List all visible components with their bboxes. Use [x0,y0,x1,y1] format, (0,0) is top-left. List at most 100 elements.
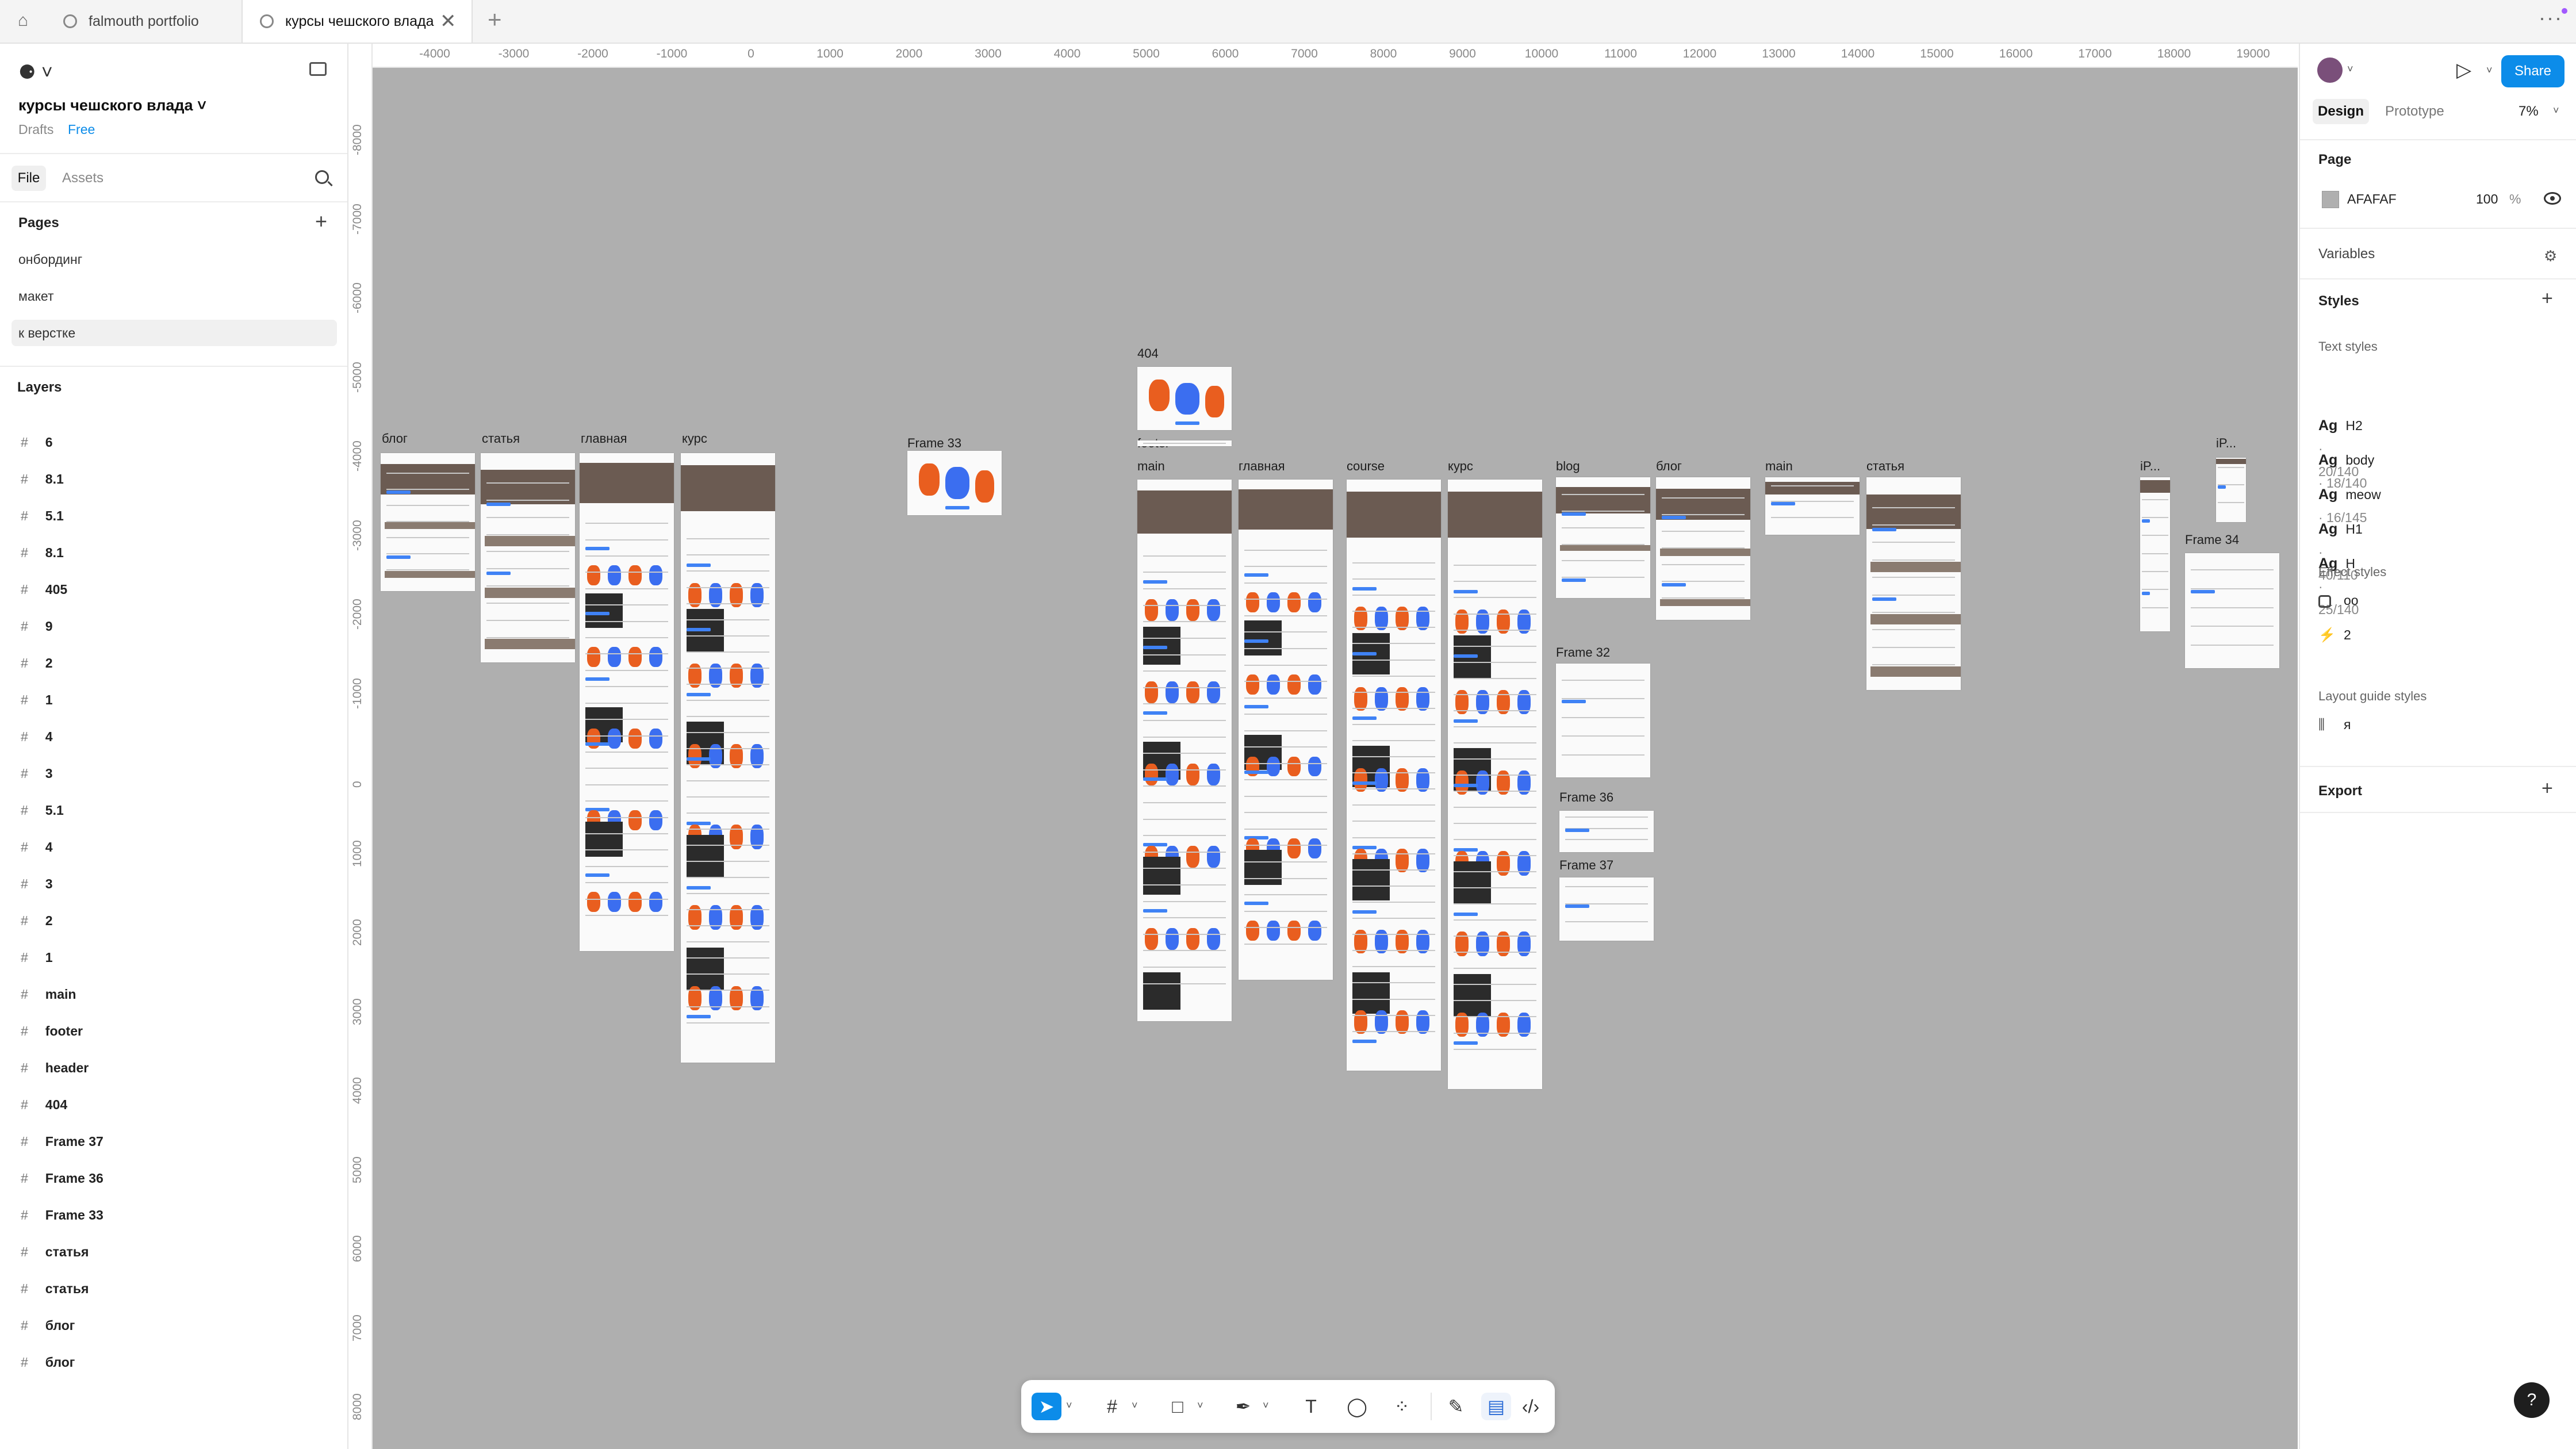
layer-item[interactable]: #1 [21,946,53,969]
layer-item[interactable]: # Frame 36 [21,1167,103,1190]
variables-title[interactable]: Variables [2318,246,2375,262]
design-frame[interactable] [1137,367,1232,430]
frame-icon[interactable]: # [1097,1393,1127,1420]
eye-icon[interactable] [2544,192,2561,205]
design-frame[interactable] [1137,440,1232,446]
frame-label[interactable]: Frame 36 [1559,790,1613,805]
layer-item[interactable]: #3 [21,872,53,895]
design-frame[interactable] [2185,553,2279,668]
frame-label[interactable]: главная [1239,459,1285,474]
page-color-value[interactable]: AFAFAF [2347,191,2397,207]
more-icon[interactable]: ··· [2539,6,2563,30]
layer-item[interactable]: # блог [21,1314,75,1337]
layer-item[interactable]: #8.1 [21,467,64,490]
layer-item[interactable]: #2 [21,909,53,932]
frame-label[interactable]: курс [1448,459,1473,474]
tab-current-file[interactable]: курсы чешского влада [241,0,473,43]
layer-item[interactable]: # Frame 33 [21,1203,103,1226]
design-frame[interactable] [1866,477,1961,690]
page-opacity-value[interactable]: 100 [2476,191,2498,207]
frame-label[interactable]: course [1347,459,1385,474]
layer-item[interactable]: # статья [21,1277,89,1300]
home-icon[interactable]: ⌂ [13,10,33,31]
layer-item[interactable]: #5.1 [21,799,64,822]
page-color-swatch[interactable] [2322,191,2339,208]
frame-label[interactable]: Frame 37 [1559,858,1613,873]
design-frame[interactable] [1448,480,1542,1089]
design-frame[interactable] [381,453,475,591]
design-frame[interactable] [1656,477,1750,620]
layer-item[interactable]: # статья [21,1240,89,1263]
frame-label[interactable]: main [1765,459,1793,474]
chevron-down-icon[interactable]: ˅ [2486,64,2493,76]
draw-icon[interactable]: ✎ [1441,1393,1471,1420]
layer-item[interactable]: #4 [21,835,53,858]
text-style-item[interactable]: Ag H2 · 20/140 [2318,414,2363,479]
tab-falmouth-portfolio[interactable]: falmouth portfolio [46,0,241,43]
layer-item[interactable]: #4 [21,725,53,748]
frame-label[interactable]: блог [382,431,408,446]
design-frame[interactable] [1559,811,1654,852]
frame-label[interactable]: курс [682,431,707,446]
design-frame[interactable] [1559,877,1654,941]
frame-label[interactable]: Frame 33 [907,436,961,451]
zoom-level[interactable]: 7% [2518,99,2539,124]
layer-item[interactable]: #404 [21,1093,67,1116]
design-frame[interactable] [681,453,775,1063]
frame-label[interactable]: Frame 32 [1556,645,1610,660]
layout-guide-item[interactable]: ⫼ я [2318,713,2351,736]
design-frame[interactable] [1765,477,1860,535]
file-title[interactable]: курсы чешского влада ˅ [18,97,206,114]
effect-style-item[interactable]: oo [2318,589,2359,612]
chevron-down-icon[interactable]: ˅ [1066,1400,1072,1412]
layer-item[interactable]: # блог [21,1351,75,1374]
effect-style-item[interactable]: ⚡ 2 [2318,623,2351,646]
frame-label[interactable]: iP... [2216,436,2236,451]
help-button[interactable]: ? [2514,1382,2550,1418]
layer-item[interactable]: # Frame 37 [21,1130,103,1153]
text-style-item[interactable]: Ag H1 · 40/110 [2318,518,2363,582]
rectangle-icon[interactable]: □ [1163,1393,1193,1420]
tab-assets[interactable]: Assets [62,166,103,191]
page-item-onboarding[interactable]: онбординг [12,246,337,273]
chevron-down-icon[interactable]: ˅ [1132,1400,1138,1412]
frame-label[interactable]: blog [1556,459,1580,474]
layer-item[interactable]: #5.1 [21,504,64,527]
layer-item[interactable]: # header [21,1056,89,1079]
frame-label[interactable]: Frame 34 [2185,532,2239,547]
design-frame[interactable] [580,453,674,951]
layer-item[interactable]: # footer [21,1019,83,1042]
layer-item[interactable]: #6 [21,431,53,454]
chevron-down-icon[interactable]: ˅ [1263,1400,1269,1412]
page-item-maket[interactable]: макет [12,283,337,309]
chevron-down-icon[interactable]: ˅ [1197,1400,1203,1412]
frame-label[interactable]: блог [1656,459,1682,474]
layer-item[interactable]: #9 [21,615,53,638]
chevron-down-icon[interactable]: ˅ [2553,105,2559,117]
comment-icon[interactable]: ◯ [1342,1393,1372,1420]
design-frame[interactable] [481,453,575,662]
search-icon[interactable] [315,170,329,184]
present-icon[interactable]: ▷ [2456,59,2471,82]
add-page-icon[interactable]: + [315,209,327,233]
text-style-item[interactable]: Ag body · 18/140 [2318,448,2374,490]
frame-label[interactable]: статья [482,431,520,446]
design-frame[interactable] [1556,477,1650,598]
text-icon[interactable]: T [1296,1393,1326,1420]
chevron-down-icon[interactable]: ˅ [2347,63,2353,75]
design-frame[interactable] [2216,458,2246,522]
layer-item[interactable]: #405 [21,578,67,601]
share-button[interactable]: Share [2501,55,2564,87]
text-style-item[interactable]: Ag meow · 16/145 [2318,483,2381,525]
main-menu-icon[interactable]: ⚈ ˅ [18,61,53,84]
close-icon[interactable]: ✕ [440,10,457,33]
plan-badge[interactable]: Free [68,122,95,137]
add-style-icon[interactable]: + [2542,288,2553,310]
frame-label[interactable]: главная [581,431,627,446]
design-frame[interactable] [1556,664,1650,777]
design-frame[interactable] [1239,480,1333,980]
layer-item[interactable]: #1 [21,688,53,711]
page-item-k-verstke[interactable]: к верстке [12,320,337,346]
tab-file[interactable]: File [12,166,46,191]
frame-label[interactable]: iP... [2140,459,2160,474]
